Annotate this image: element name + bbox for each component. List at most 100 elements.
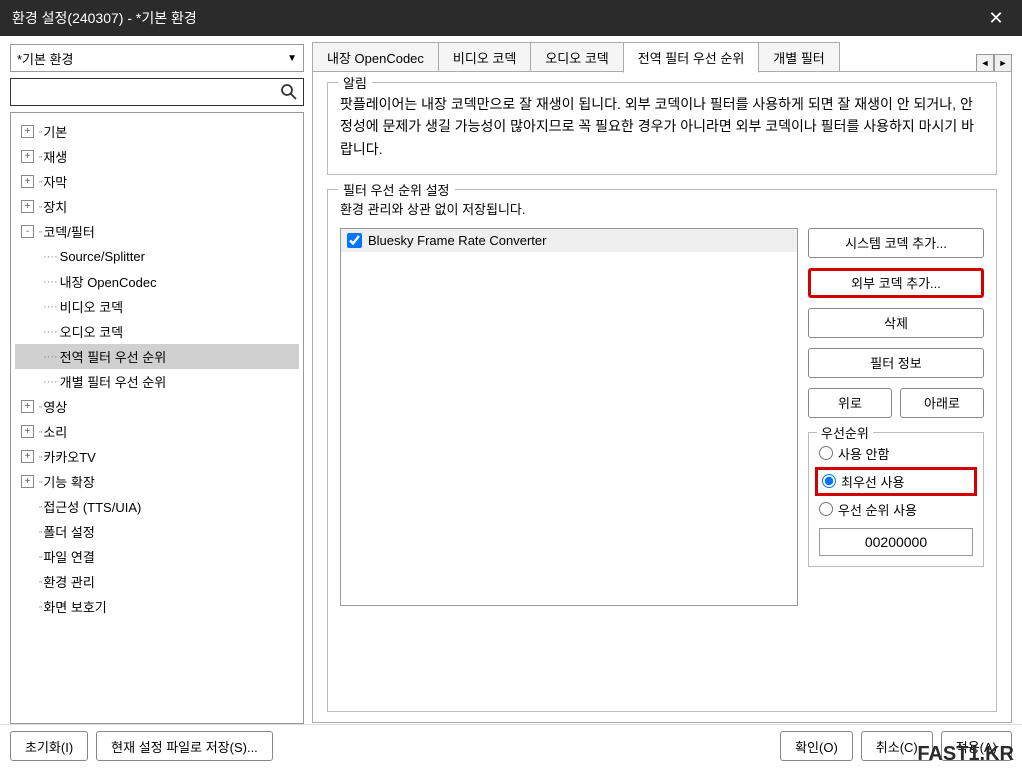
priority-radio-custom[interactable]: 우선 순위 사용 (819, 497, 973, 522)
tree-item[interactable]: ···· Source/Splitter (15, 244, 299, 269)
tab[interactable]: 비디오 코덱 (438, 42, 531, 72)
priority-radio-none-input[interactable] (819, 446, 833, 460)
chevron-down-icon: ▼ (287, 53, 297, 64)
move-down-button[interactable]: 아래로 (900, 388, 984, 418)
filter-list-item[interactable]: Bluesky Frame Rate Converter (341, 229, 797, 252)
tab[interactable]: 내장 OpenCodec (312, 42, 439, 72)
expand-icon[interactable]: + (21, 450, 34, 463)
title-bar: 환경 설정(240307) - *기본 환경 ✕ (0, 0, 1022, 36)
tree-item-label: 개별 필터 우선 순위 (60, 372, 167, 391)
tree-item[interactable]: +··소리 (15, 419, 299, 444)
notice-legend: 알림 (338, 73, 372, 92)
filter-priority-fieldset: 필터 우선 순위 설정 환경 관리와 상관 없이 저장됩니다. Bluesky … (327, 189, 997, 712)
priority-group: 우선순위 사용 안함 최우선 사용 우선 순위 사용 (808, 432, 984, 567)
bottom-bar: 초기화(I) 현재 설정 파일로 저장(S)... 확인(O) 취소(C) 적용… (0, 724, 1022, 767)
priority-radio-custom-input[interactable] (819, 502, 833, 516)
expand-icon[interactable]: + (21, 150, 34, 163)
watermark: FAST1.KR (917, 743, 1014, 766)
tree-item[interactable]: +··장치 (15, 194, 299, 219)
tab-content: 알림 팟플레이어는 내장 코덱만으로 잘 재생이 됩니다. 외부 코덱이나 필터… (312, 71, 1012, 723)
expand-icon[interactable]: + (21, 475, 34, 488)
tree-item-label: 내장 OpenCodec (60, 272, 157, 291)
tree-item-label: 카카오TV (43, 447, 96, 466)
tabs-row: 내장 OpenCodec비디오 코덱오디오 코덱전역 필터 우선 순위개별 필터… (312, 44, 1012, 72)
tree-item[interactable]: +··재생 (15, 144, 299, 169)
tree-item-label: 영상 (43, 397, 67, 416)
tree-item[interactable]: ···· 내장 OpenCodec (15, 269, 299, 294)
tab-scroll-left[interactable]: ◄ (976, 54, 994, 72)
search-input[interactable] (15, 85, 279, 100)
search-icon[interactable] (279, 82, 299, 102)
expand-icon[interactable]: + (21, 425, 34, 438)
priority-radio-none-label: 사용 안함 (838, 444, 889, 463)
tab-scroll: ◄ ► (976, 54, 1012, 72)
tree-item[interactable]: +··영상 (15, 394, 299, 419)
collapse-icon[interactable]: - (21, 225, 34, 238)
expand-icon[interactable]: + (21, 125, 34, 138)
priority-radio-highest[interactable]: 최우선 사용 (815, 467, 977, 496)
delete-button[interactable]: 삭제 (808, 308, 984, 338)
tree-item[interactable]: +··자막 (15, 169, 299, 194)
tree-item-label: 비디오 코덱 (60, 297, 123, 316)
tree-item-label: 파일 연결 (43, 547, 94, 566)
tree-item[interactable]: ···· 전역 필터 우선 순위 (15, 344, 299, 369)
tree-item[interactable]: ··파일 연결 (15, 544, 299, 569)
tree-item[interactable]: +··기본 (15, 119, 299, 144)
filter-list[interactable]: Bluesky Frame Rate Converter (340, 228, 798, 606)
move-up-button[interactable]: 위로 (808, 388, 892, 418)
filter-priority-legend: 필터 우선 순위 설정 (338, 180, 455, 199)
tree-item[interactable]: ··접근성 (TTS/UIA) (15, 494, 299, 519)
tree-item[interactable]: ··환경 관리 (15, 569, 299, 594)
tree-item-label: 재생 (43, 147, 67, 166)
tree-item[interactable]: ···· 오디오 코덱 (15, 319, 299, 344)
tree-item-label: 소리 (43, 422, 67, 441)
tree-item[interactable]: ···· 비디오 코덱 (15, 294, 299, 319)
window-title: 환경 설정(240307) - *기본 환경 (12, 8, 197, 28)
expand-icon[interactable]: + (21, 400, 34, 413)
filter-info-button[interactable]: 필터 정보 (808, 348, 984, 378)
add-external-codec-button[interactable]: 외부 코덱 추가... (808, 268, 984, 298)
expand-icon[interactable]: + (21, 175, 34, 188)
environment-select-value: *기본 환경 (17, 49, 74, 68)
reset-button[interactable]: 초기화(I) (10, 731, 88, 761)
save-as-button[interactable]: 현재 설정 파일로 저장(S)... (96, 731, 273, 761)
settings-tree[interactable]: +··기본+··재생+··자막+··장치-··코덱/필터···· Source/… (10, 112, 304, 724)
filter-item-checkbox[interactable] (347, 233, 362, 248)
expand-icon[interactable]: + (21, 200, 34, 213)
priority-legend: 우선순위 (817, 423, 873, 442)
tree-item-label: 자막 (43, 172, 67, 191)
add-system-codec-button[interactable]: 시스템 코덱 추가... (808, 228, 984, 258)
tree-item[interactable]: +··카카오TV (15, 444, 299, 469)
priority-radio-custom-label: 우선 순위 사용 (838, 500, 917, 519)
tree-item[interactable]: ··폴더 설정 (15, 519, 299, 544)
tree-item[interactable]: ···· 개별 필터 우선 순위 (15, 369, 299, 394)
priority-radio-none[interactable]: 사용 안함 (819, 441, 973, 466)
priority-radio-highest-input[interactable] (822, 474, 836, 488)
tree-item-label: 기본 (43, 122, 67, 141)
notice-text: 팟플레이어는 내장 코덱만으로 잘 재생이 됩니다. 외부 코덱이나 필터를 사… (340, 93, 984, 160)
tree-item-label: 오디오 코덱 (60, 322, 123, 341)
tree-item-label: 접근성 (TTS/UIA) (43, 497, 141, 516)
filter-item-label: Bluesky Frame Rate Converter (368, 233, 546, 248)
tree-item-label: 전역 필터 우선 순위 (60, 347, 167, 366)
ok-button[interactable]: 확인(O) (780, 731, 853, 761)
tab[interactable]: 오디오 코덱 (530, 42, 623, 72)
tree-item[interactable]: +··기능 확장 (15, 469, 299, 494)
tree-item[interactable]: -··코덱/필터 (15, 219, 299, 244)
right-panel: 내장 OpenCodec비디오 코덱오디오 코덱전역 필터 우선 순위개별 필터… (312, 44, 1012, 724)
tree-item-label: 환경 관리 (43, 572, 94, 591)
tab[interactable]: 전역 필터 우선 순위 (623, 42, 760, 73)
tree-item-label: 화면 보호기 (43, 597, 106, 616)
tab-scroll-right[interactable]: ► (994, 54, 1012, 72)
tree-item-label: Source/Splitter (60, 249, 145, 264)
close-icon[interactable]: ✕ (982, 4, 1010, 32)
notice-fieldset: 알림 팟플레이어는 내장 코덱만으로 잘 재생이 됩니다. 외부 코덱이나 필터… (327, 82, 997, 175)
filter-subtitle: 환경 관리와 상관 없이 저장됩니다. (340, 200, 984, 220)
tree-item[interactable]: ··화면 보호기 (15, 594, 299, 619)
tree-item-label: 장치 (43, 197, 67, 216)
environment-select[interactable]: *기본 환경 ▼ (10, 44, 304, 72)
left-panel: *기본 환경 ▼ +··기본+··재생+··자막+··장치-··코덱/필터···… (10, 44, 304, 724)
priority-value-input[interactable] (819, 528, 973, 556)
tab[interactable]: 개별 필터 (758, 42, 839, 72)
tree-item-label: 코덱/필터 (43, 222, 94, 241)
